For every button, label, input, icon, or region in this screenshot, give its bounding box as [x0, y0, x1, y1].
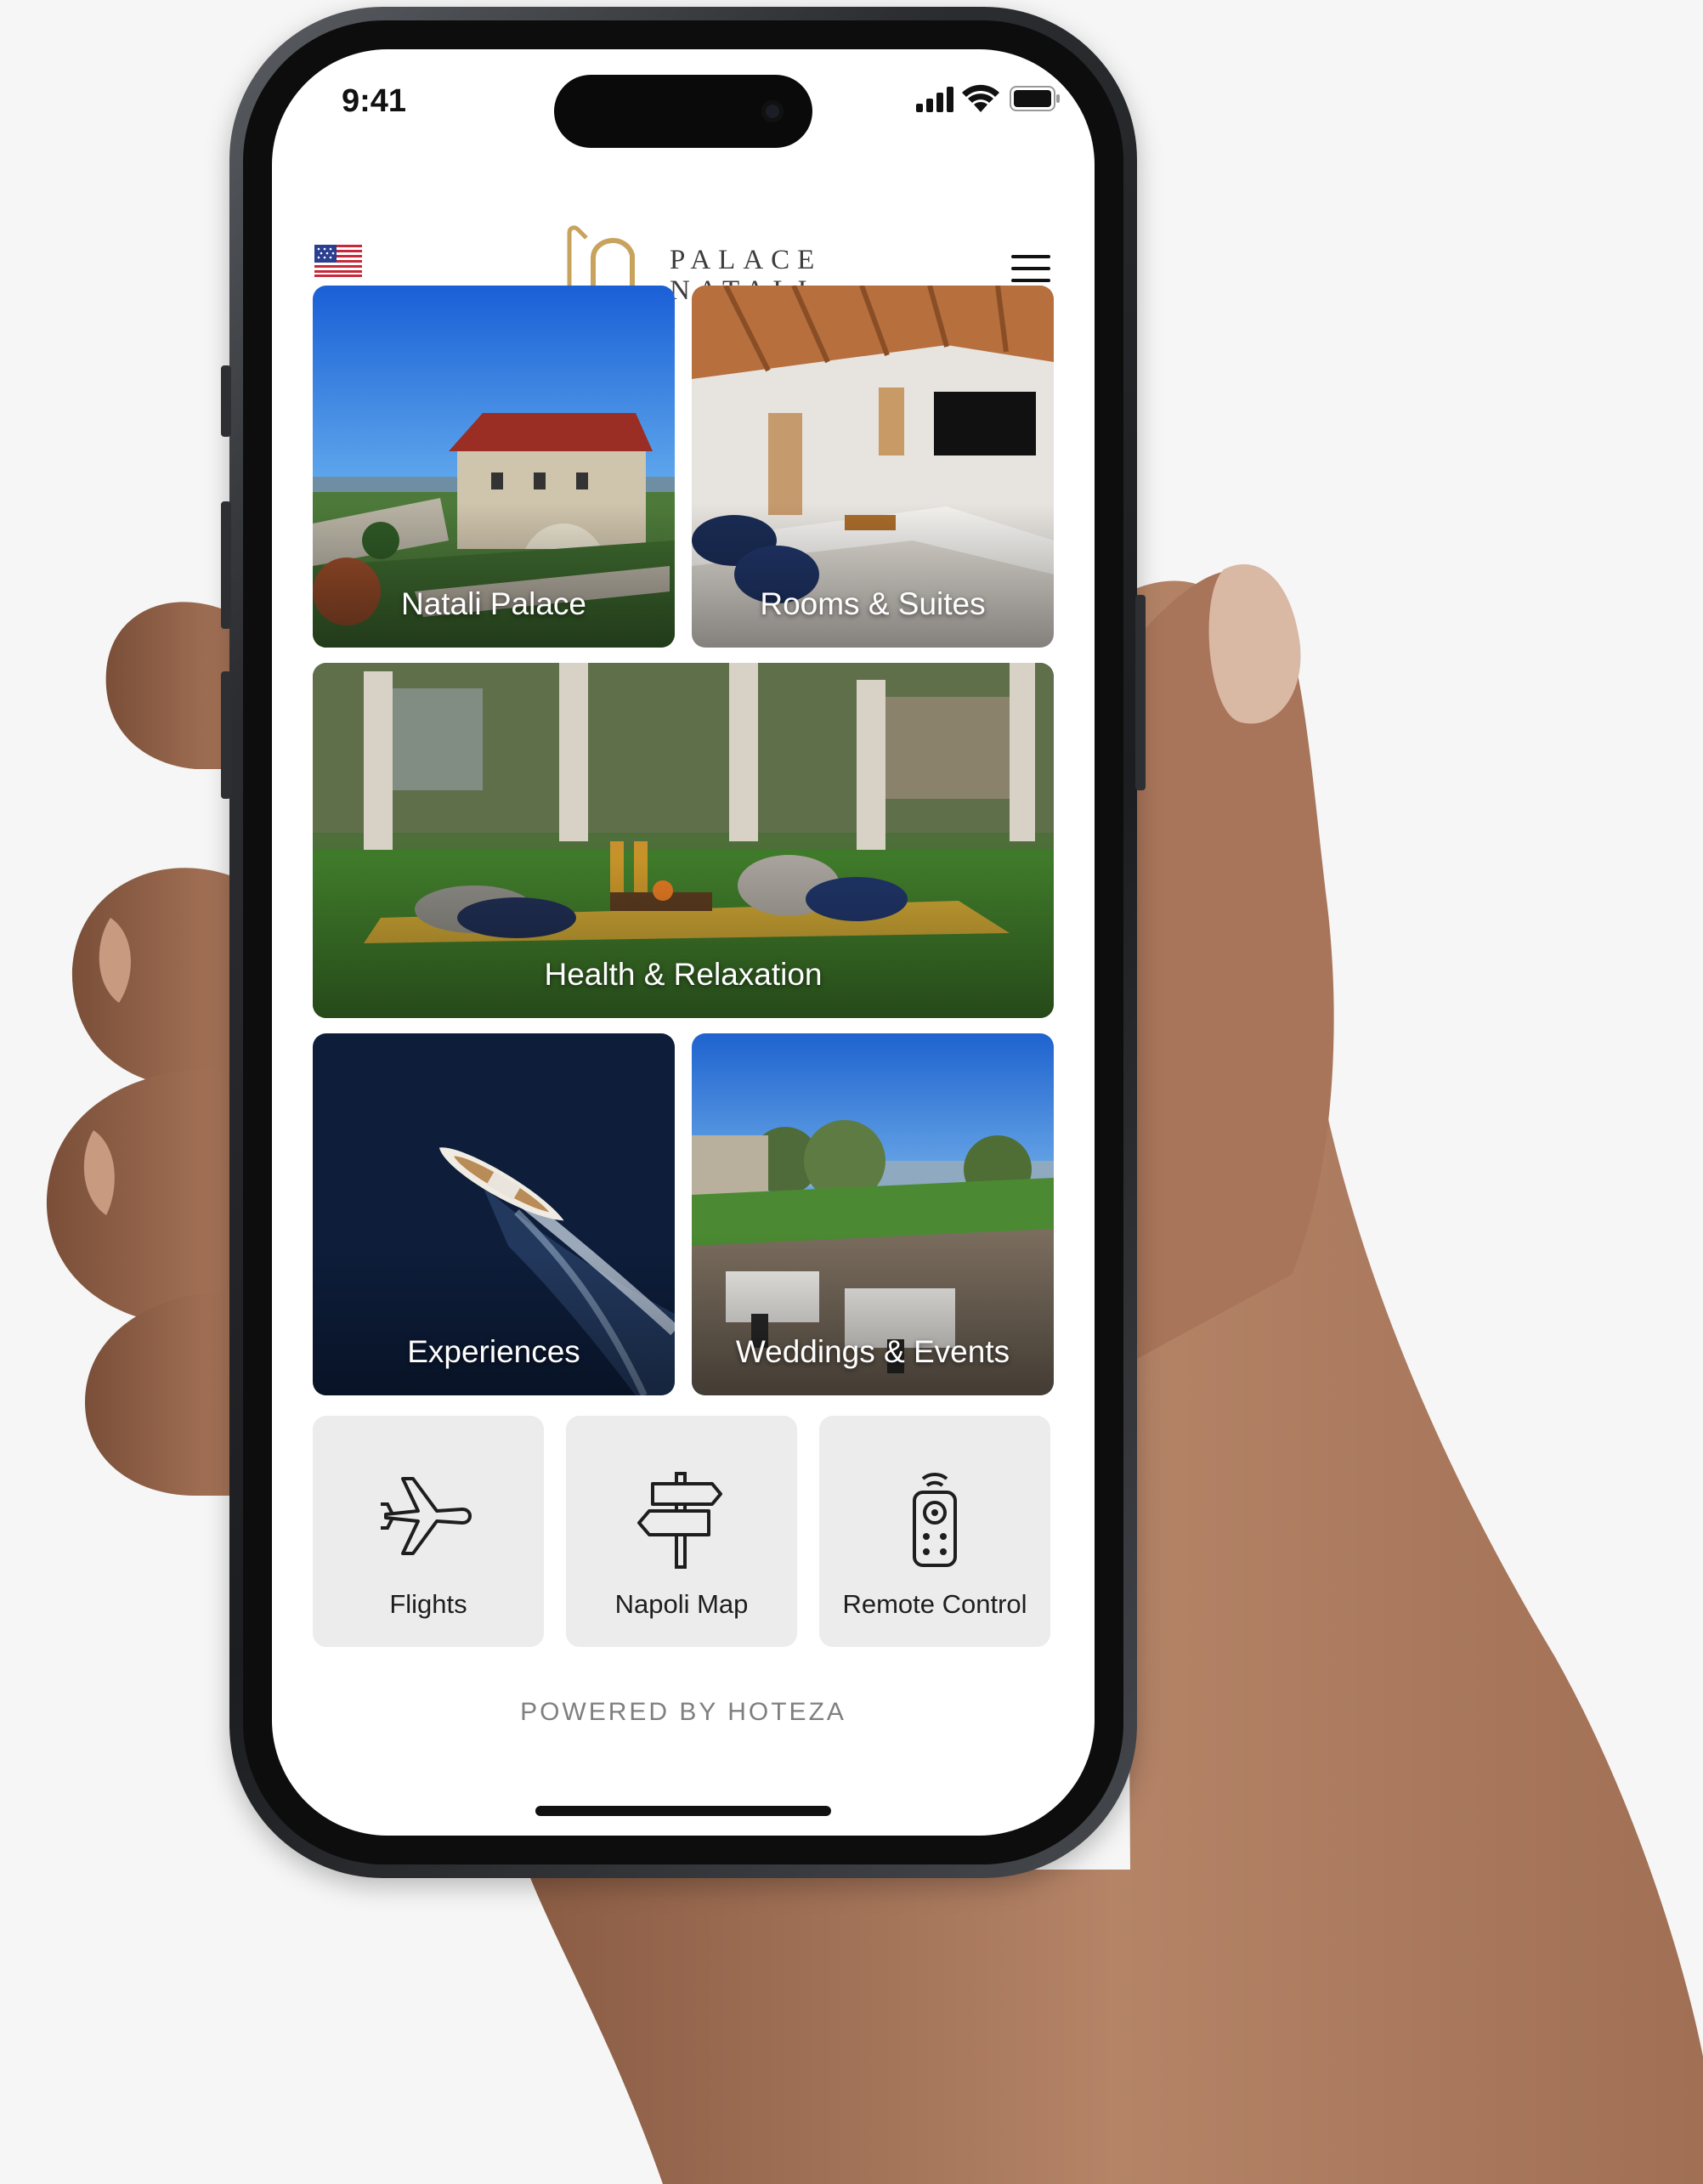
airplane-icon: [381, 1477, 472, 1555]
side-button-left: [221, 501, 231, 629]
brand-line-1: PALACE: [670, 245, 823, 275]
tile-label: Rooms & Suites: [760, 586, 986, 621]
tile-experiences[interactable]: Experiences: [313, 1033, 675, 1395]
tile-label: Health & Relaxation: [544, 957, 823, 992]
remote-control-label: Remote Control: [842, 1589, 1027, 1619]
wifi-icon: [962, 84, 999, 112]
status-bar: 9:41: [272, 49, 1095, 151]
app-header: PALACE NATALI: [272, 177, 1095, 308]
signpost-icon: [637, 1472, 722, 1569]
tile-label: Experiences: [407, 1334, 580, 1369]
us-flag-icon[interactable]: [314, 245, 362, 277]
cellular-signal-icon: [916, 87, 953, 112]
flights-label: Flights: [389, 1589, 467, 1619]
map-label: Napoli Map: [614, 1589, 749, 1619]
tile-weddings-events[interactable]: Weddings & Events: [692, 1033, 1054, 1395]
dynamic-island: [554, 75, 812, 148]
side-button-left: [221, 365, 231, 437]
camera-icon: [761, 100, 784, 122]
map-button[interactable]: Napoli Map: [566, 1416, 797, 1647]
status-time: 9:41: [342, 83, 407, 119]
side-button-right: [1135, 595, 1146, 790]
tile-label: Natali Palace: [400, 586, 586, 621]
flights-button[interactable]: Flights: [313, 1416, 544, 1647]
side-button-left: [221, 671, 231, 799]
home-indicator[interactable]: [535, 1806, 831, 1816]
tile-health-relaxation[interactable]: Health & Relaxation: [313, 663, 1054, 1018]
phone-screen: 9:41 PALACE Natali Palace Rooms & Suites…: [272, 49, 1095, 1836]
tile-natali-palace[interactable]: Natali Palace: [313, 286, 675, 648]
powered-by-footer: POWERED BY HOTEZA: [520, 1698, 846, 1726]
tile-rooms-suites[interactable]: Rooms & Suites: [692, 286, 1054, 648]
tile-label: Weddings & Events: [735, 1334, 1010, 1369]
remote-control-icon: [913, 1472, 957, 1567]
remote-control-button[interactable]: Remote Control: [819, 1416, 1050, 1647]
hamburger-menu-icon[interactable]: [1010, 252, 1052, 286]
battery-icon: [1010, 86, 1060, 111]
